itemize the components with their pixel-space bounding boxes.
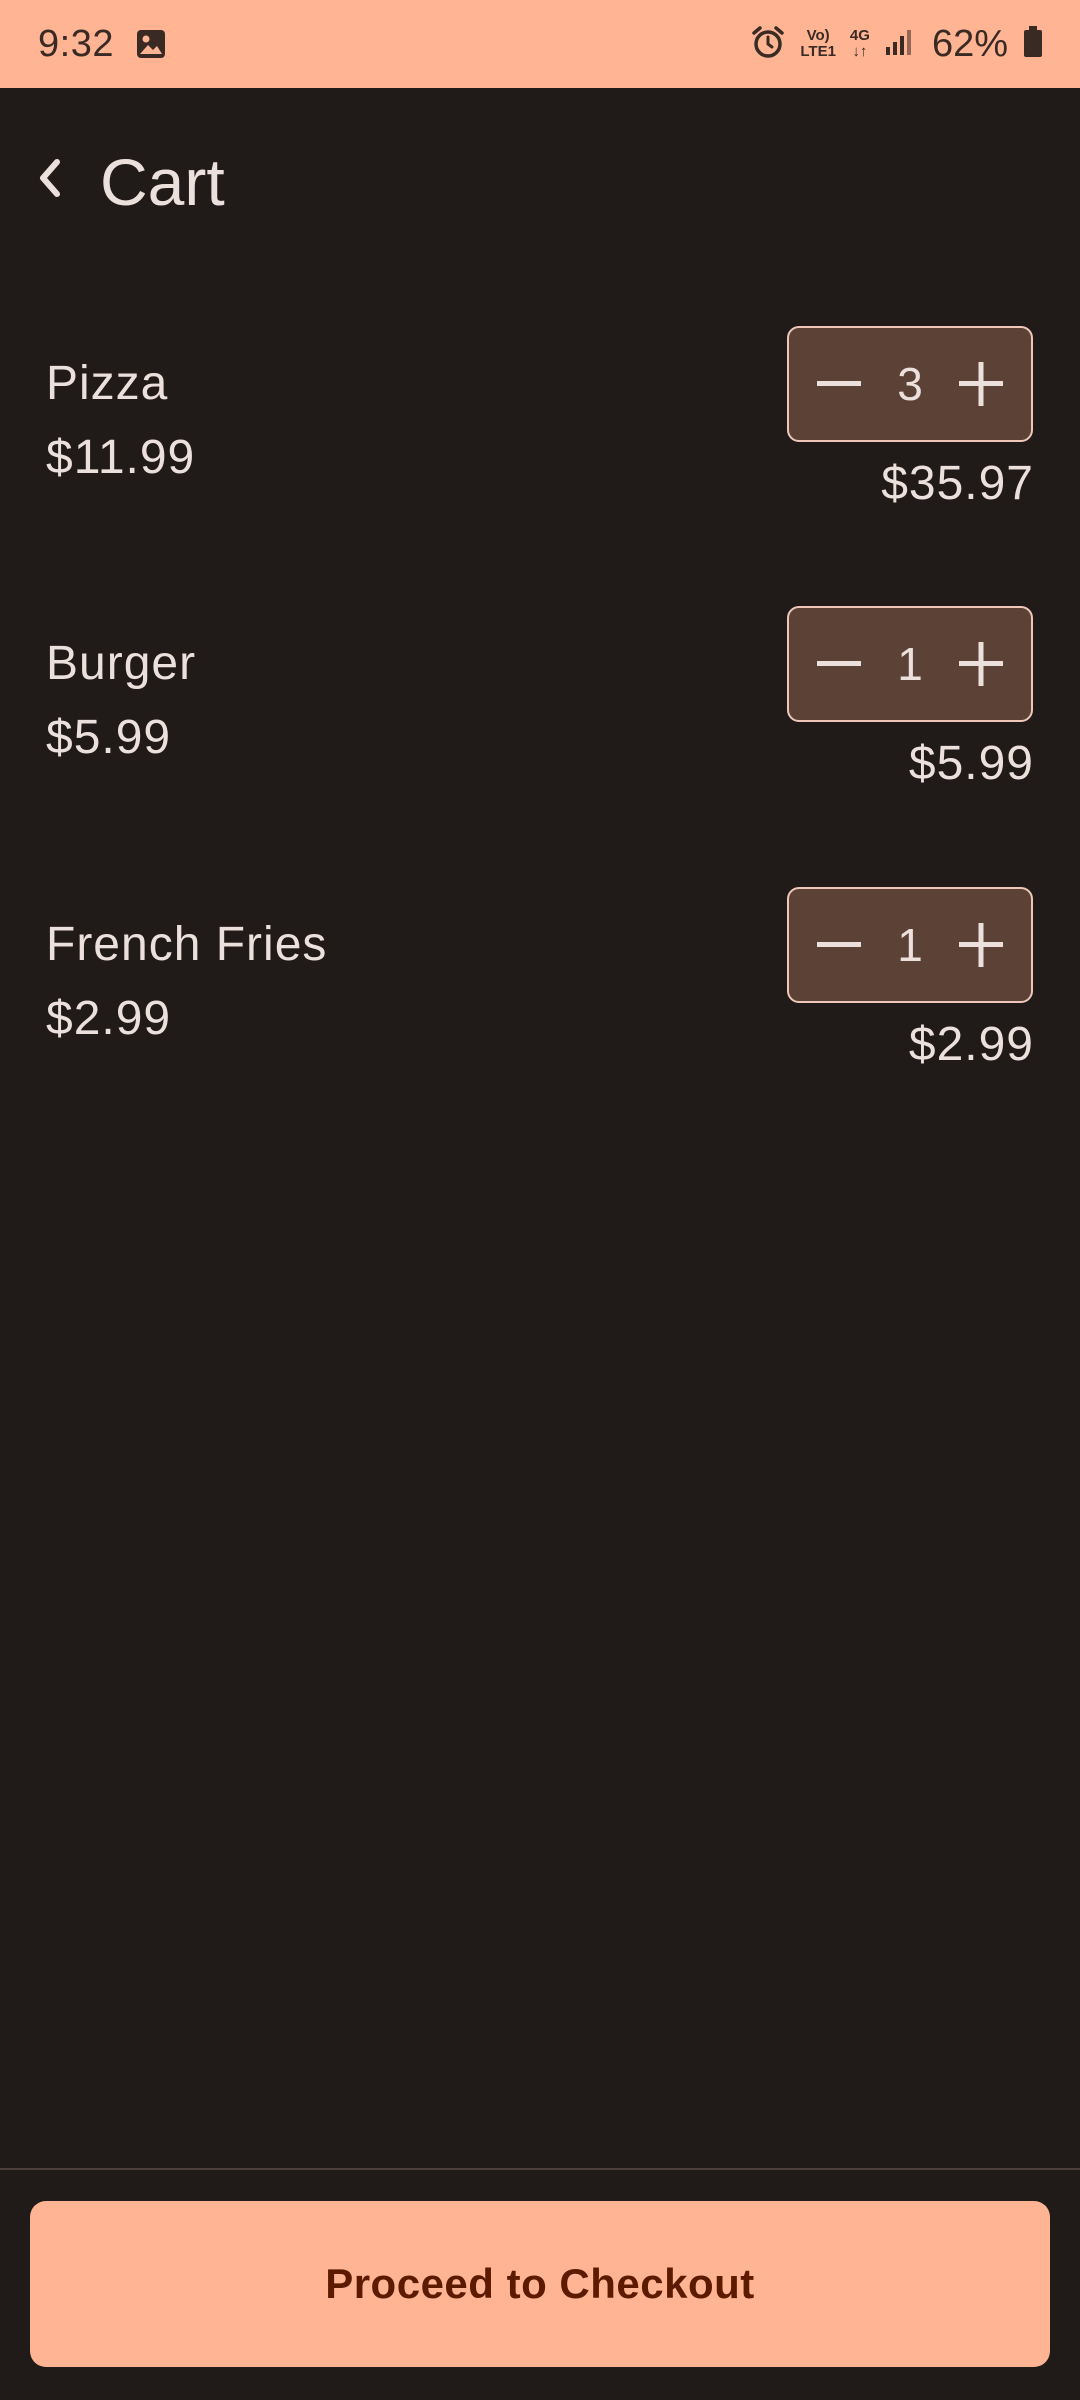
minus-icon [817,661,861,666]
data-indicator: 4G ↓↑ [850,28,870,60]
item-price: $11.99 [46,431,196,484]
item-name: Pizza [46,357,169,410]
quantity-stepper: 1 [787,887,1033,1003]
increase-quantity-button[interactable] [953,636,1009,692]
increase-quantity-button[interactable] [953,917,1009,973]
minus-icon [817,381,861,386]
data-arrows-icon: ↓↑ [852,43,868,60]
cart-item-burger: Burger $5.99 1 $5.99 [0,606,1080,806]
decrease-quantity-button[interactable] [811,636,867,692]
minus-icon [817,942,861,947]
plus-icon [959,642,1003,686]
item-price: $5.99 [46,711,172,764]
decrease-quantity-button[interactable] [811,917,867,973]
quantity-value: 3 [897,358,923,410]
volte-label: Vo) [806,27,830,44]
gallery-icon [134,27,168,61]
chevron-left-icon [35,156,65,205]
status-bar: 9:32 Vo) LTE1 4G ↓↑ 62% [0,0,1080,88]
back-button[interactable] [22,148,78,212]
network-indicator: Vo) LTE1 [800,28,836,60]
cart-item-french-fries: French Fries $2.99 1 $2.99 [0,887,1080,1087]
item-total: $35.97 [881,457,1034,510]
top-app-bar: Cart [0,88,1080,288]
signal-icon [884,27,914,62]
quantity-value: 1 [897,638,923,690]
item-name: French Fries [46,918,328,971]
alarm-icon [750,24,786,65]
plus-icon [959,923,1003,967]
quantity-value: 1 [897,919,923,971]
status-time: 9:32 [38,22,114,65]
item-price: $2.99 [46,992,172,1045]
lte-label: LTE1 [800,43,836,60]
item-total: $5.99 [908,737,1034,790]
cart-item-pizza: Pizza $11.99 3 $35.97 [0,326,1080,526]
battery-icon [1022,25,1044,64]
item-name: Burger [46,637,197,690]
proceed-to-checkout-button[interactable]: Proceed to Checkout [30,2201,1050,2367]
quantity-stepper: 3 [787,326,1033,442]
bottom-divider [0,2168,1080,2170]
item-total: $2.99 [908,1018,1034,1071]
data-type-label: 4G [849,27,870,44]
decrease-quantity-button[interactable] [811,356,867,412]
quantity-stepper: 1 [787,606,1033,722]
plus-icon [959,362,1003,406]
battery-percent: 62% [931,22,1008,65]
page-title: Cart [100,145,225,219]
increase-quantity-button[interactable] [953,356,1009,412]
